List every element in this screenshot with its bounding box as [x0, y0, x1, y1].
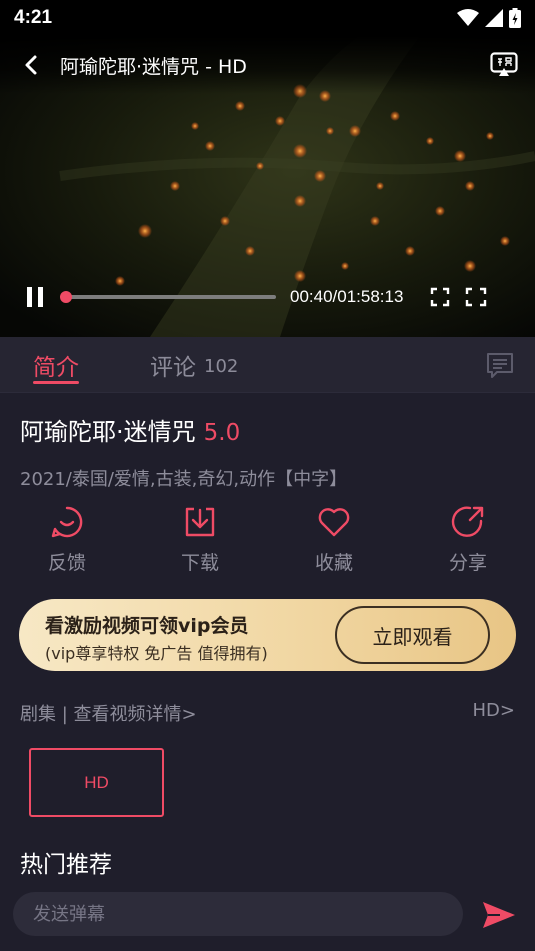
danmaku-input[interactable] — [13, 892, 463, 936]
download-icon — [182, 504, 218, 540]
feedback-icon — [49, 504, 85, 540]
status-icons — [457, 8, 521, 28]
back-button[interactable] — [16, 50, 46, 80]
progress-knob[interactable] — [60, 291, 72, 303]
screen-ratio-button[interactable] — [427, 284, 453, 310]
cast-icon — [490, 52, 518, 76]
movie-title: 阿瑜陀耶·迷情咒 — [20, 418, 196, 446]
tab-comments-label: 评论 — [150, 354, 196, 381]
pause-button[interactable] — [22, 284, 48, 310]
hot-recommend-title: 热门推荐 — [20, 852, 112, 878]
chevron-left-icon — [25, 55, 37, 75]
video-title: 阿瑜陀耶·迷情咒 - HD — [60, 55, 247, 78]
battery-icon — [509, 8, 521, 28]
download-label: 下载 — [180, 552, 219, 574]
comment-count: 102 — [204, 356, 239, 377]
tab-intro-label: 简介 — [33, 354, 79, 381]
movie-meta: 2021/泰国/爱情,古装,奇幻,动作【中字】 — [20, 469, 348, 490]
favorite-button[interactable]: 收藏 — [294, 504, 374, 575]
wifi-icon — [457, 9, 479, 26]
feedback-label: 反馈 — [47, 552, 86, 574]
movie-info: 阿瑜陀耶·迷情咒 5.0 2021/泰国/爱情,古装,奇幻,动作【中字】 — [20, 412, 520, 491]
vip-banner-subtitle: (vip尊享特权 免广告 值得拥有) — [45, 644, 268, 663]
status-time: 4:21 — [14, 7, 53, 28]
episodes-detail-link[interactable]: 剧集 | 查看视频详情> — [20, 700, 197, 726]
video-player[interactable]: 阿瑜陀耶·迷情咒 - HD 00:40/01:58:13 — [0, 36, 535, 337]
watch-now-button[interactable]: 立即观看 — [335, 606, 490, 664]
fullscreen-button[interactable] — [463, 284, 489, 310]
danmaku-toggle-button[interactable] — [485, 351, 515, 379]
vip-banner-title: 看激励视频可领vip会员 — [45, 615, 249, 637]
video-detail-screen: 4:21 阿瑜陀耶·迷情咒 - HD 00:40/01:58:13 简介 评论 … — [0, 0, 535, 951]
feedback-button[interactable]: 反馈 — [27, 504, 107, 575]
tab-comments[interactable]: 评论 102 — [137, 337, 238, 393]
send-icon — [483, 902, 515, 928]
detail-tabs: 简介 评论 102 — [0, 337, 535, 393]
heart-icon — [316, 504, 352, 540]
quality-selector[interactable]: HD> — [473, 700, 515, 726]
status-bar: 4:21 — [0, 0, 535, 36]
send-danmaku-button[interactable] — [480, 896, 518, 934]
tab-intro[interactable]: 简介 — [20, 337, 79, 393]
danmaku-bar — [0, 884, 535, 951]
progress-bar[interactable] — [60, 291, 276, 303]
playback-time: 00:40/01:58:13 — [290, 287, 404, 306]
danmaku-icon — [487, 353, 513, 378]
pause-icon — [27, 287, 43, 307]
favorite-label: 收藏 — [314, 552, 353, 574]
action-row: 反馈 下载 收藏 分享 — [0, 504, 535, 576]
share-button[interactable]: 分享 — [428, 504, 508, 575]
download-button[interactable]: 下载 — [160, 504, 240, 575]
vip-banner[interactable]: 看激励视频可领vip会员 (vip尊享特权 免广告 值得拥有) 立即观看 — [19, 599, 516, 671]
cast-button[interactable] — [489, 50, 519, 80]
signal-icon — [485, 9, 503, 27]
movie-title-row: 阿瑜陀耶·迷情咒 5.0 — [20, 412, 520, 447]
screen-ratio-icon — [431, 287, 450, 307]
episode-item[interactable]: HD — [29, 748, 164, 817]
share-icon — [450, 504, 486, 540]
player-controls: 00:40/01:58:13 — [0, 277, 535, 317]
fullscreen-icon — [466, 287, 487, 307]
episodes-header: 剧集 | 查看视频详情> HD> — [20, 700, 515, 726]
movie-rating: 5.0 — [203, 420, 241, 446]
share-label: 分享 — [448, 552, 487, 574]
player-top-bar: 阿瑜陀耶·迷情咒 - HD — [0, 36, 535, 94]
